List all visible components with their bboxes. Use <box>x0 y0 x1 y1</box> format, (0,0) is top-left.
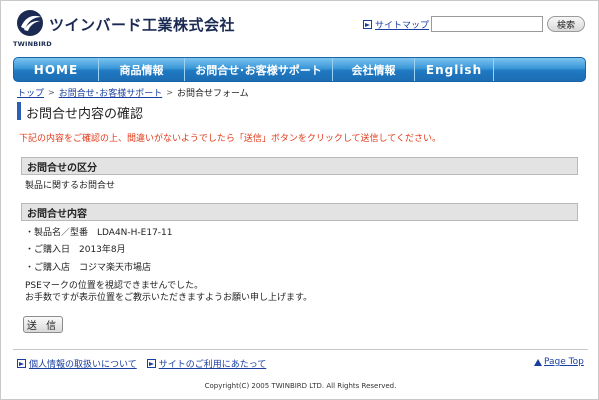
privacy-policy-link[interactable]: 個人情報の取扱いについて <box>17 357 137 370</box>
footer-links: 個人情報の取扱いについて サイトのご利用にあたって <box>17 357 266 370</box>
nav-products[interactable]: 商品情報 <box>99 58 185 81</box>
page-top-label: Page Top <box>544 357 584 367</box>
copyright: Copyright(C) 2005 TWINBIRD LTD. All Righ… <box>204 382 397 390</box>
page-top-link[interactable]: Page Top <box>534 357 584 367</box>
terms-of-use-link[interactable]: サイトのご利用にあたって <box>146 357 267 370</box>
page-title: お問合せ内容の確認 <box>26 107 144 122</box>
breadcrumb-separator: > <box>166 88 173 97</box>
inquiry-content-heading: お問合せ内容 <box>21 203 578 221</box>
nav-company-info[interactable]: 会社情報 <box>333 58 415 81</box>
twinbird-logo-icon <box>17 10 43 36</box>
purchase-date-line: ・ご購入日 2013年8月 <box>25 245 126 255</box>
terms-of-use-label: サイトのご利用にあたって <box>158 360 267 370</box>
inquiry-category-value: 製品に関するお問合せ <box>25 181 116 191</box>
nav-home[interactable]: HOME <box>14 58 99 81</box>
inquiry-message: PSEマークの位置を視認できませんでした。 お手数ですが表示位置をご教示いただき… <box>25 280 312 304</box>
breadcrumb-support-link[interactable]: お問合せ･お客様サポート <box>59 86 163 99</box>
purchase-store-line: ・ご購入店 コジマ楽天市場店 <box>25 263 152 273</box>
inquiry-category-heading: お問合せの区分 <box>21 157 578 175</box>
footer-divider <box>13 349 588 350</box>
company-name: ツインバード工業株式会社 <box>49 16 236 34</box>
breadcrumb: トップ > お問合せ･お客様サポート > お問合せフォーム <box>17 86 249 99</box>
company-logo[interactable]: ツインバード工業株式会社 TWINBIRD <box>13 9 235 49</box>
arrow-link-icon <box>17 359 26 368</box>
submit-button[interactable]: 送 信 <box>23 316 63 333</box>
confirmation-notice: 下記の内容をご確認の上、間違いがないようでしたら「送信」ボタンをクリックして送信… <box>19 134 442 144</box>
breadcrumb-current: お問合せフォーム <box>176 89 249 99</box>
brand-name: TWINBIRD <box>13 40 52 48</box>
page-top-triangle-icon <box>534 358 542 366</box>
nav-english[interactable]: English <box>415 58 494 81</box>
inquiry-message-line: PSEマークの位置を視認できませんでした。 <box>25 281 204 291</box>
breadcrumb-separator: > <box>48 88 55 97</box>
nav-contact-support[interactable]: お問合せ･お客様サポート <box>185 58 333 81</box>
breadcrumb-top-link[interactable]: トップ <box>17 86 44 99</box>
page-frame: ツインバード工業株式会社 TWINBIRD サイトマップ 検索 HOME 商品情… <box>0 0 599 400</box>
sitemap-link[interactable]: サイトマップ <box>363 18 429 31</box>
arrow-link-icon <box>363 20 372 29</box>
product-model-line: ・製品名／型番 LDA4N-H-E17-11 <box>25 228 173 238</box>
arrow-link-icon <box>146 359 156 368</box>
sitemap-label: サイトマップ <box>375 21 430 31</box>
global-nav: HOME 商品情報 お問合せ･お客様サポート 会社情報 English <box>13 57 586 82</box>
nav-filler <box>494 58 585 81</box>
title-accent-bar <box>17 102 21 120</box>
privacy-policy-label: 個人情報の取扱いについて <box>29 360 137 370</box>
search-button[interactable]: 検索 <box>547 16 585 32</box>
search-input[interactable] <box>431 16 543 32</box>
inquiry-message-line: お手数ですが表示位置をご教示いただきますようお願い申し上げます。 <box>25 293 313 303</box>
